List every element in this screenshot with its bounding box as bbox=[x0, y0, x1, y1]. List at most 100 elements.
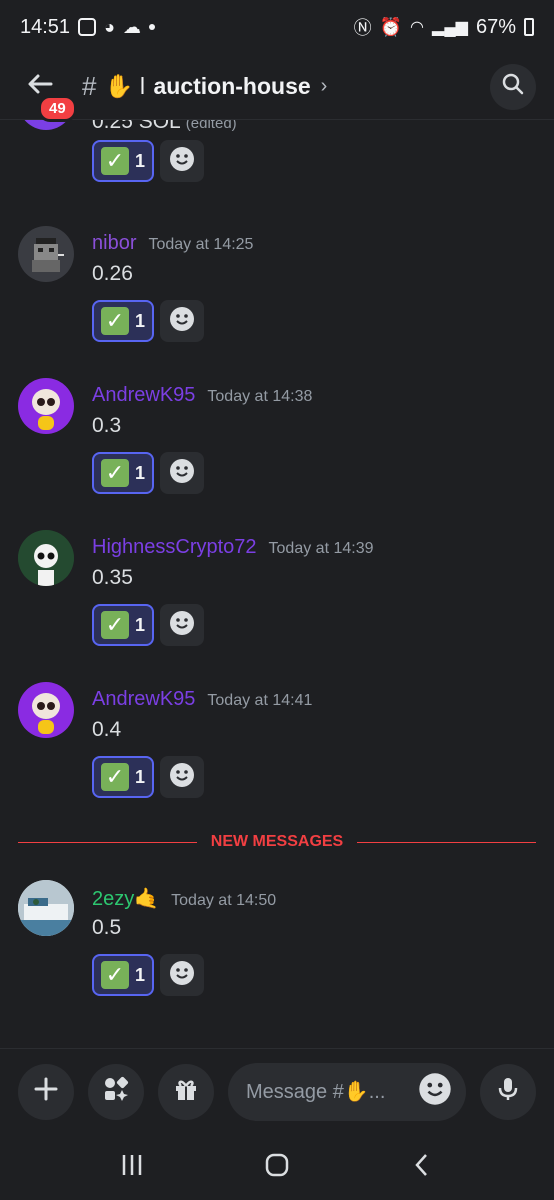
add-reaction-button[interactable] bbox=[160, 756, 204, 798]
plus-icon bbox=[32, 1075, 60, 1108]
hash-icon: # bbox=[82, 71, 97, 101]
system-nav-bar bbox=[0, 1134, 554, 1200]
message-item[interactable]: HighnessCrypto72 Today at 14:39 0.35 ✓ 1 bbox=[0, 530, 554, 660]
back-button[interactable]: 49 bbox=[18, 65, 77, 122]
divider-line bbox=[357, 841, 536, 843]
status-bar: 14:51 ◕ ☁ Ⓝ ⏰ ◠ ▂▄▆ 67% bbox=[0, 0, 554, 54]
message-item[interactable]: AndrewK95 Today at 14:41 0.4 ✓ 1 bbox=[0, 682, 554, 812]
channel-title[interactable]: # ✋ ǀ auction-house › bbox=[82, 71, 327, 102]
reaction-count: 1 bbox=[134, 150, 145, 171]
battery-icon bbox=[524, 18, 534, 36]
smiley-icon bbox=[169, 306, 195, 337]
avatar[interactable] bbox=[18, 880, 74, 936]
new-messages-label: NEW MESSAGES bbox=[210, 833, 344, 850]
add-reaction-button[interactable] bbox=[160, 954, 204, 996]
reactions: ✓ 1 bbox=[92, 604, 204, 646]
reactions: ✓ 1 bbox=[92, 756, 204, 798]
timestamp: Today at 14:39 bbox=[268, 540, 374, 557]
system-back-icon[interactable] bbox=[409, 1152, 435, 1183]
author-name[interactable]: 2ezy🤙 bbox=[92, 886, 159, 911]
smiley-icon bbox=[169, 960, 195, 991]
reaction-check[interactable]: ✓ 1 bbox=[92, 140, 154, 182]
edited-label: (edited) bbox=[185, 120, 237, 132]
message-content: 0.3 bbox=[92, 414, 122, 437]
reaction-count: 1 bbox=[134, 462, 145, 483]
emoji-picker-icon[interactable] bbox=[418, 1072, 452, 1112]
add-reaction-button[interactable] bbox=[160, 140, 204, 182]
gallery-icon bbox=[78, 18, 97, 36]
ghost-icon: ☁ bbox=[122, 16, 141, 37]
author-name[interactable]: HighnessCrypto72 bbox=[92, 536, 257, 559]
reaction-check[interactable]: ✓ 1 bbox=[92, 604, 154, 646]
add-reaction-button[interactable] bbox=[160, 604, 204, 646]
apps-button[interactable] bbox=[88, 1063, 144, 1120]
avatar[interactable] bbox=[18, 378, 74, 434]
notification-dot-icon bbox=[148, 24, 155, 30]
gift-icon bbox=[172, 1075, 200, 1108]
battery-level: 67% bbox=[475, 15, 516, 38]
divider-line bbox=[18, 841, 197, 843]
author-name[interactable]: AndrewK95 bbox=[92, 384, 195, 407]
message-item[interactable]: 2ezy🤙 Today at 14:50 0.5 ✓ 1 bbox=[0, 880, 554, 1010]
reaction-check[interactable]: ✓ 1 bbox=[92, 954, 154, 996]
status-left: 14:51 ◕ ☁ bbox=[20, 16, 155, 39]
message-content: 0.5 bbox=[92, 916, 122, 939]
avatar[interactable] bbox=[18, 120, 74, 130]
wifi-icon: ◠ bbox=[410, 19, 425, 36]
reactions: ✓ 1 bbox=[92, 300, 204, 342]
check-mark-icon: ✓ bbox=[100, 147, 129, 175]
search-icon bbox=[501, 72, 525, 101]
message-placeholder: Message #✋... bbox=[246, 1081, 386, 1103]
avatar[interactable] bbox=[18, 682, 74, 738]
add-reaction-button[interactable] bbox=[160, 452, 204, 494]
message-content: 0.25 SOL (edited) bbox=[92, 120, 237, 134]
voice-message-button[interactable] bbox=[480, 1063, 536, 1120]
reaction-count: 1 bbox=[134, 614, 145, 635]
channel-prefix: ✋ ǀ bbox=[104, 73, 146, 99]
message-header: HighnessCrypto72 Today at 14:39 bbox=[92, 536, 374, 559]
message-item[interactable]: nibor Today at 14:25 0.26 ✓ 1 bbox=[0, 226, 554, 356]
check-mark-icon: ✓ bbox=[100, 961, 129, 989]
add-attachment-button[interactable] bbox=[18, 1063, 74, 1120]
smiley-icon bbox=[169, 762, 195, 793]
reaction-check[interactable]: ✓ 1 bbox=[92, 756, 154, 798]
check-mark-icon: ✓ bbox=[100, 307, 129, 335]
smiley-icon bbox=[169, 146, 195, 177]
gift-button[interactable] bbox=[158, 1063, 214, 1120]
add-reaction-button[interactable] bbox=[160, 300, 204, 342]
new-messages-divider: NEW MESSAGES bbox=[18, 832, 536, 852]
message-header: AndrewK95 Today at 14:38 bbox=[92, 384, 312, 407]
author-name[interactable]: AndrewK95 bbox=[92, 688, 195, 711]
message-input[interactable]: Message #✋... bbox=[228, 1062, 466, 1121]
message-content: 0.4 bbox=[92, 718, 122, 741]
avatar[interactable] bbox=[18, 226, 74, 282]
unread-badge: 49 bbox=[38, 94, 77, 122]
reaction-count: 1 bbox=[134, 310, 145, 331]
check-mark-icon: ✓ bbox=[100, 459, 129, 487]
timestamp: Today at 14:50 bbox=[171, 892, 277, 909]
message-composer: Message #✋... bbox=[0, 1048, 554, 1134]
author-name[interactable]: nibor bbox=[92, 232, 136, 255]
reaction-count: 1 bbox=[134, 964, 145, 985]
home-icon[interactable] bbox=[264, 1152, 290, 1183]
timestamp: Today at 14:25 bbox=[148, 236, 254, 253]
chevron-right-icon: › bbox=[320, 75, 328, 97]
avatar[interactable] bbox=[18, 530, 74, 586]
reactions: ✓ 1 bbox=[92, 140, 204, 182]
timestamp: Today at 14:41 bbox=[207, 692, 313, 709]
message-item[interactable]: 0.25 SOL (edited) ✓ 1 bbox=[0, 120, 554, 200]
message-item[interactable]: AndrewK95 Today at 14:38 0.3 ✓ 1 bbox=[0, 378, 554, 508]
signal-icon: ▂▄▆ bbox=[432, 19, 468, 36]
message-text: 0.25 SOL bbox=[92, 120, 180, 133]
discord-status-icon: ◕ bbox=[104, 16, 115, 37]
alarm-icon: ⏰ bbox=[379, 16, 403, 37]
message-content: 0.35 bbox=[92, 566, 133, 589]
reactions: ✓ 1 bbox=[92, 954, 204, 996]
reaction-check[interactable]: ✓ 1 bbox=[92, 452, 154, 494]
message-content: 0.26 bbox=[92, 262, 133, 285]
recent-apps-icon[interactable] bbox=[119, 1152, 145, 1183]
message-list[interactable]: 0.25 SOL (edited) ✓ 1 nibor Today at 14:… bbox=[0, 120, 554, 1048]
check-mark-icon: ✓ bbox=[100, 763, 129, 791]
reaction-check[interactable]: ✓ 1 bbox=[92, 300, 154, 342]
search-button[interactable] bbox=[490, 63, 536, 110]
